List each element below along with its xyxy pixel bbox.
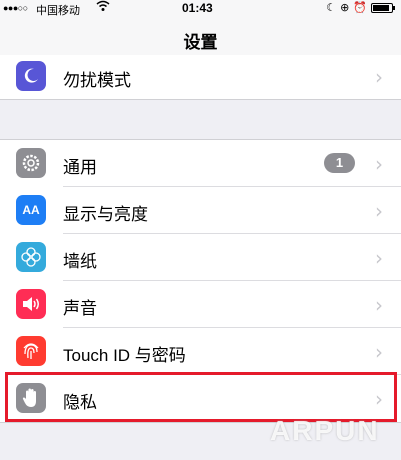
navigation-bar: 设置 [0,18,401,60]
alarm-icon: ⏰ [353,2,367,14]
settings-row-label: Touch ID 与密码 [63,346,186,365]
status-bar: ●●●○○ 中国移动 01:43 ☾ ⊕ ⏰ [0,0,401,18]
page-title: 设置 [183,33,218,52]
settings-row-display-brightness[interactable]: AA 显示与亮度 › [0,187,401,234]
chevron-right-icon: › [375,152,383,176]
status-icons: ☾ ⊕ ⏰ [326,1,395,14]
settings-row-touch-id-passcode[interactable]: Touch ID 与密码 › [0,328,401,375]
carrier-name: 中国移动 [36,5,80,17]
chevron-right-icon: › [375,199,383,223]
notification-badge: 1 [324,153,355,173]
settings-row-label: 声音 [63,299,97,318]
settings-row-label: 墙纸 [63,252,97,271]
text-size-icon: AA [16,195,46,225]
moon-status-icon: ☾ [326,2,337,14]
signal-strength-icon: ●●●○○ [3,3,28,13]
settings-row-wallpaper[interactable]: 墙纸 › [0,234,401,281]
chevron-right-icon: › [375,246,383,270]
gear-icon [16,148,46,178]
settings-row-label: 显示与亮度 [63,205,148,224]
moon-icon [16,61,46,91]
settings-row-label: 通用 [63,158,97,177]
settings-row-sounds[interactable]: 声音 › [0,281,401,328]
section-gap [0,100,401,140]
flower-icon [16,242,46,272]
settings-row-general[interactable]: 通用 1 › [0,140,401,187]
wifi-icon [96,0,110,15]
watermark: ARPUN [270,415,380,446]
chevron-right-icon: › [375,340,383,364]
clock: 01:43 [182,1,213,15]
chevron-right-icon: › [375,293,383,317]
chevron-right-icon: › [375,65,383,89]
speaker-icon [16,289,46,319]
battery-icon [371,2,395,13]
settings-row-label: 勿扰模式 [63,71,131,90]
settings-row-do-not-disturb[interactable]: 勿扰模式 › [0,55,401,99]
fingerprint-icon [16,336,46,366]
orientation-lock-icon: ⊕ [340,2,350,14]
